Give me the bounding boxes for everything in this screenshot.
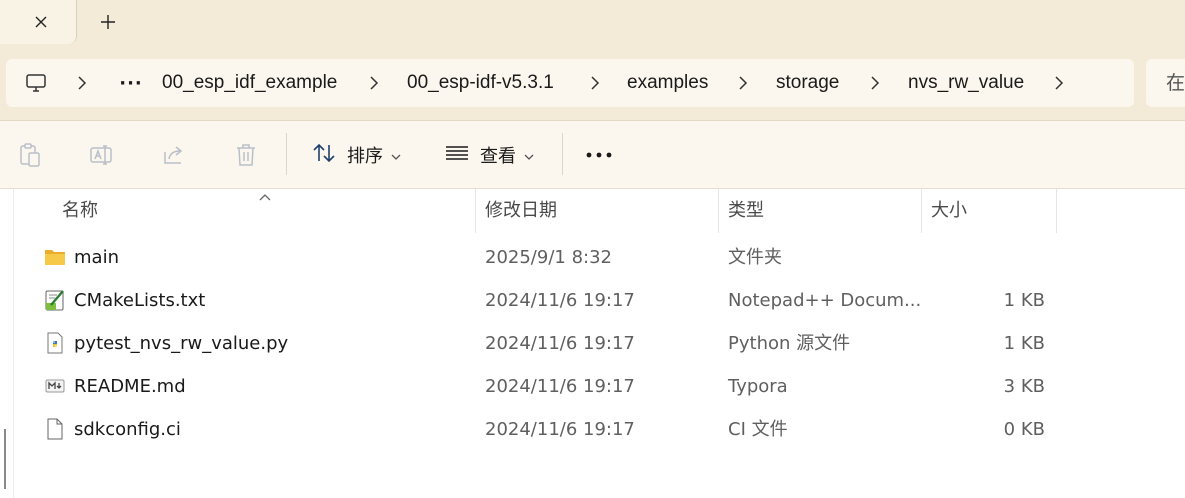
view-icon <box>444 141 470 170</box>
file-size: 0 KB <box>1003 419 1045 440</box>
close-icon[interactable] <box>28 10 54 34</box>
file-type: CI 文件 <box>728 419 788 440</box>
file-date: 2024/11/6 19:17 <box>485 419 635 440</box>
file-type: Notepad++ Docum... <box>728 290 922 311</box>
chevron-right-icon[interactable] <box>1053 59 1065 107</box>
scrollbar[interactable] <box>4 429 6 489</box>
paste-icon[interactable] <box>17 142 43 168</box>
chevron-down-icon <box>524 145 534 166</box>
file-row[interactable]: README.md 2024/11/6 19:17 Typora 3 KB <box>40 365 1050 408</box>
toolbar-divider <box>562 133 563 175</box>
file-name[interactable]: pytest_nvs_rw_value.py <box>74 322 288 365</box>
file-type: Python 源文件 <box>728 333 851 354</box>
sort-button[interactable]: 排序 <box>311 137 401 173</box>
chevron-right-icon[interactable] <box>737 59 749 107</box>
sort-icon <box>311 141 337 170</box>
share-icon[interactable] <box>161 142 187 168</box>
column-divider[interactable] <box>475 189 476 233</box>
file-type: Typora <box>728 376 788 397</box>
column-divider[interactable] <box>718 189 719 233</box>
active-tab[interactable] <box>0 0 77 44</box>
column-header-size[interactable]: 大小 <box>931 189 1051 233</box>
column-header-row: 名称 修改日期 类型 大小 <box>0 189 1185 233</box>
file-name[interactable]: main <box>74 236 119 279</box>
column-header-name[interactable]: 名称 <box>62 189 472 233</box>
file-row[interactable]: CMakeLists.txt 2024/11/6 19:17 Notepad++… <box>40 279 1050 322</box>
file-list: 名称 修改日期 类型 大小 main 2025/9/1 8:32 文件夹 CMa… <box>0 189 1185 498</box>
breadcrumb-item[interactable]: 00_esp_idf_example <box>162 59 337 107</box>
navigation-pane-edge <box>0 189 14 498</box>
chevron-right-icon[interactable] <box>368 59 380 107</box>
generic-file-icon <box>44 418 66 440</box>
rename-icon[interactable] <box>88 142 114 168</box>
file-size: 3 KB <box>1003 376 1045 397</box>
file-size: 1 KB <box>1003 290 1045 311</box>
file-row[interactable]: main 2025/9/1 8:32 文件夹 <box>40 236 1050 279</box>
file-name[interactable]: sdkconfig.ci <box>74 408 181 451</box>
command-bar: 排序 查看 <box>0 121 1185 189</box>
chevron-right-icon[interactable] <box>76 59 88 107</box>
delete-icon[interactable] <box>233 142 259 168</box>
breadcrumb-item[interactable]: examples <box>627 59 708 107</box>
search-placeholder: 在 <box>1166 72 1185 94</box>
chevron-right-icon[interactable] <box>589 59 601 107</box>
more-options-icon[interactable] <box>584 137 614 173</box>
file-type: 文件夹 <box>728 247 782 268</box>
computer-icon[interactable] <box>24 71 48 95</box>
file-size: 1 KB <box>1003 333 1045 354</box>
file-date: 2024/11/6 19:17 <box>485 333 635 354</box>
search-input[interactable]: 在 <box>1146 59 1185 107</box>
folder-icon <box>44 246 66 268</box>
view-button[interactable]: 查看 <box>444 137 534 173</box>
plus-icon[interactable] <box>95 10 121 34</box>
column-header-type[interactable]: 类型 <box>728 189 918 233</box>
file-date: 2025/9/1 8:32 <box>485 247 612 268</box>
notepad-file-icon <box>44 289 66 311</box>
file-date: 2024/11/6 19:17 <box>485 290 635 311</box>
chevron-down-icon <box>391 145 401 166</box>
chevron-right-icon[interactable] <box>869 59 881 107</box>
breadcrumb-item[interactable]: storage <box>776 59 839 107</box>
column-divider[interactable] <box>921 189 922 233</box>
view-label: 查看 <box>480 146 516 167</box>
file-row[interactable]: pytest_nvs_rw_value.py 2024/11/6 19:17 P… <box>40 322 1050 365</box>
breadcrumb-item[interactable]: nvs_rw_value <box>908 59 1024 107</box>
file-name[interactable]: README.md <box>74 365 186 408</box>
markdown-file-icon <box>44 375 66 397</box>
breadcrumb-overflow[interactable]: ··· <box>119 59 143 107</box>
column-divider[interactable] <box>1056 189 1057 233</box>
python-file-icon <box>44 332 66 354</box>
toolbar-divider <box>286 133 287 175</box>
sort-label: 排序 <box>347 146 383 167</box>
address-row: ··· 00_esp_idf_example 00_esp-idf-v5.3.1… <box>0 46 1185 121</box>
file-row[interactable]: sdkconfig.ci 2024/11/6 19:17 CI 文件 0 KB <box>40 408 1050 451</box>
tab-strip <box>0 0 1185 46</box>
file-date: 2024/11/6 19:17 <box>485 376 635 397</box>
column-header-date[interactable]: 修改日期 <box>485 189 715 233</box>
breadcrumb-item[interactable]: 00_esp-idf-v5.3.1 <box>407 59 554 107</box>
address-bar[interactable]: ··· 00_esp_idf_example 00_esp-idf-v5.3.1… <box>6 59 1134 107</box>
file-name[interactable]: CMakeLists.txt <box>74 279 205 322</box>
